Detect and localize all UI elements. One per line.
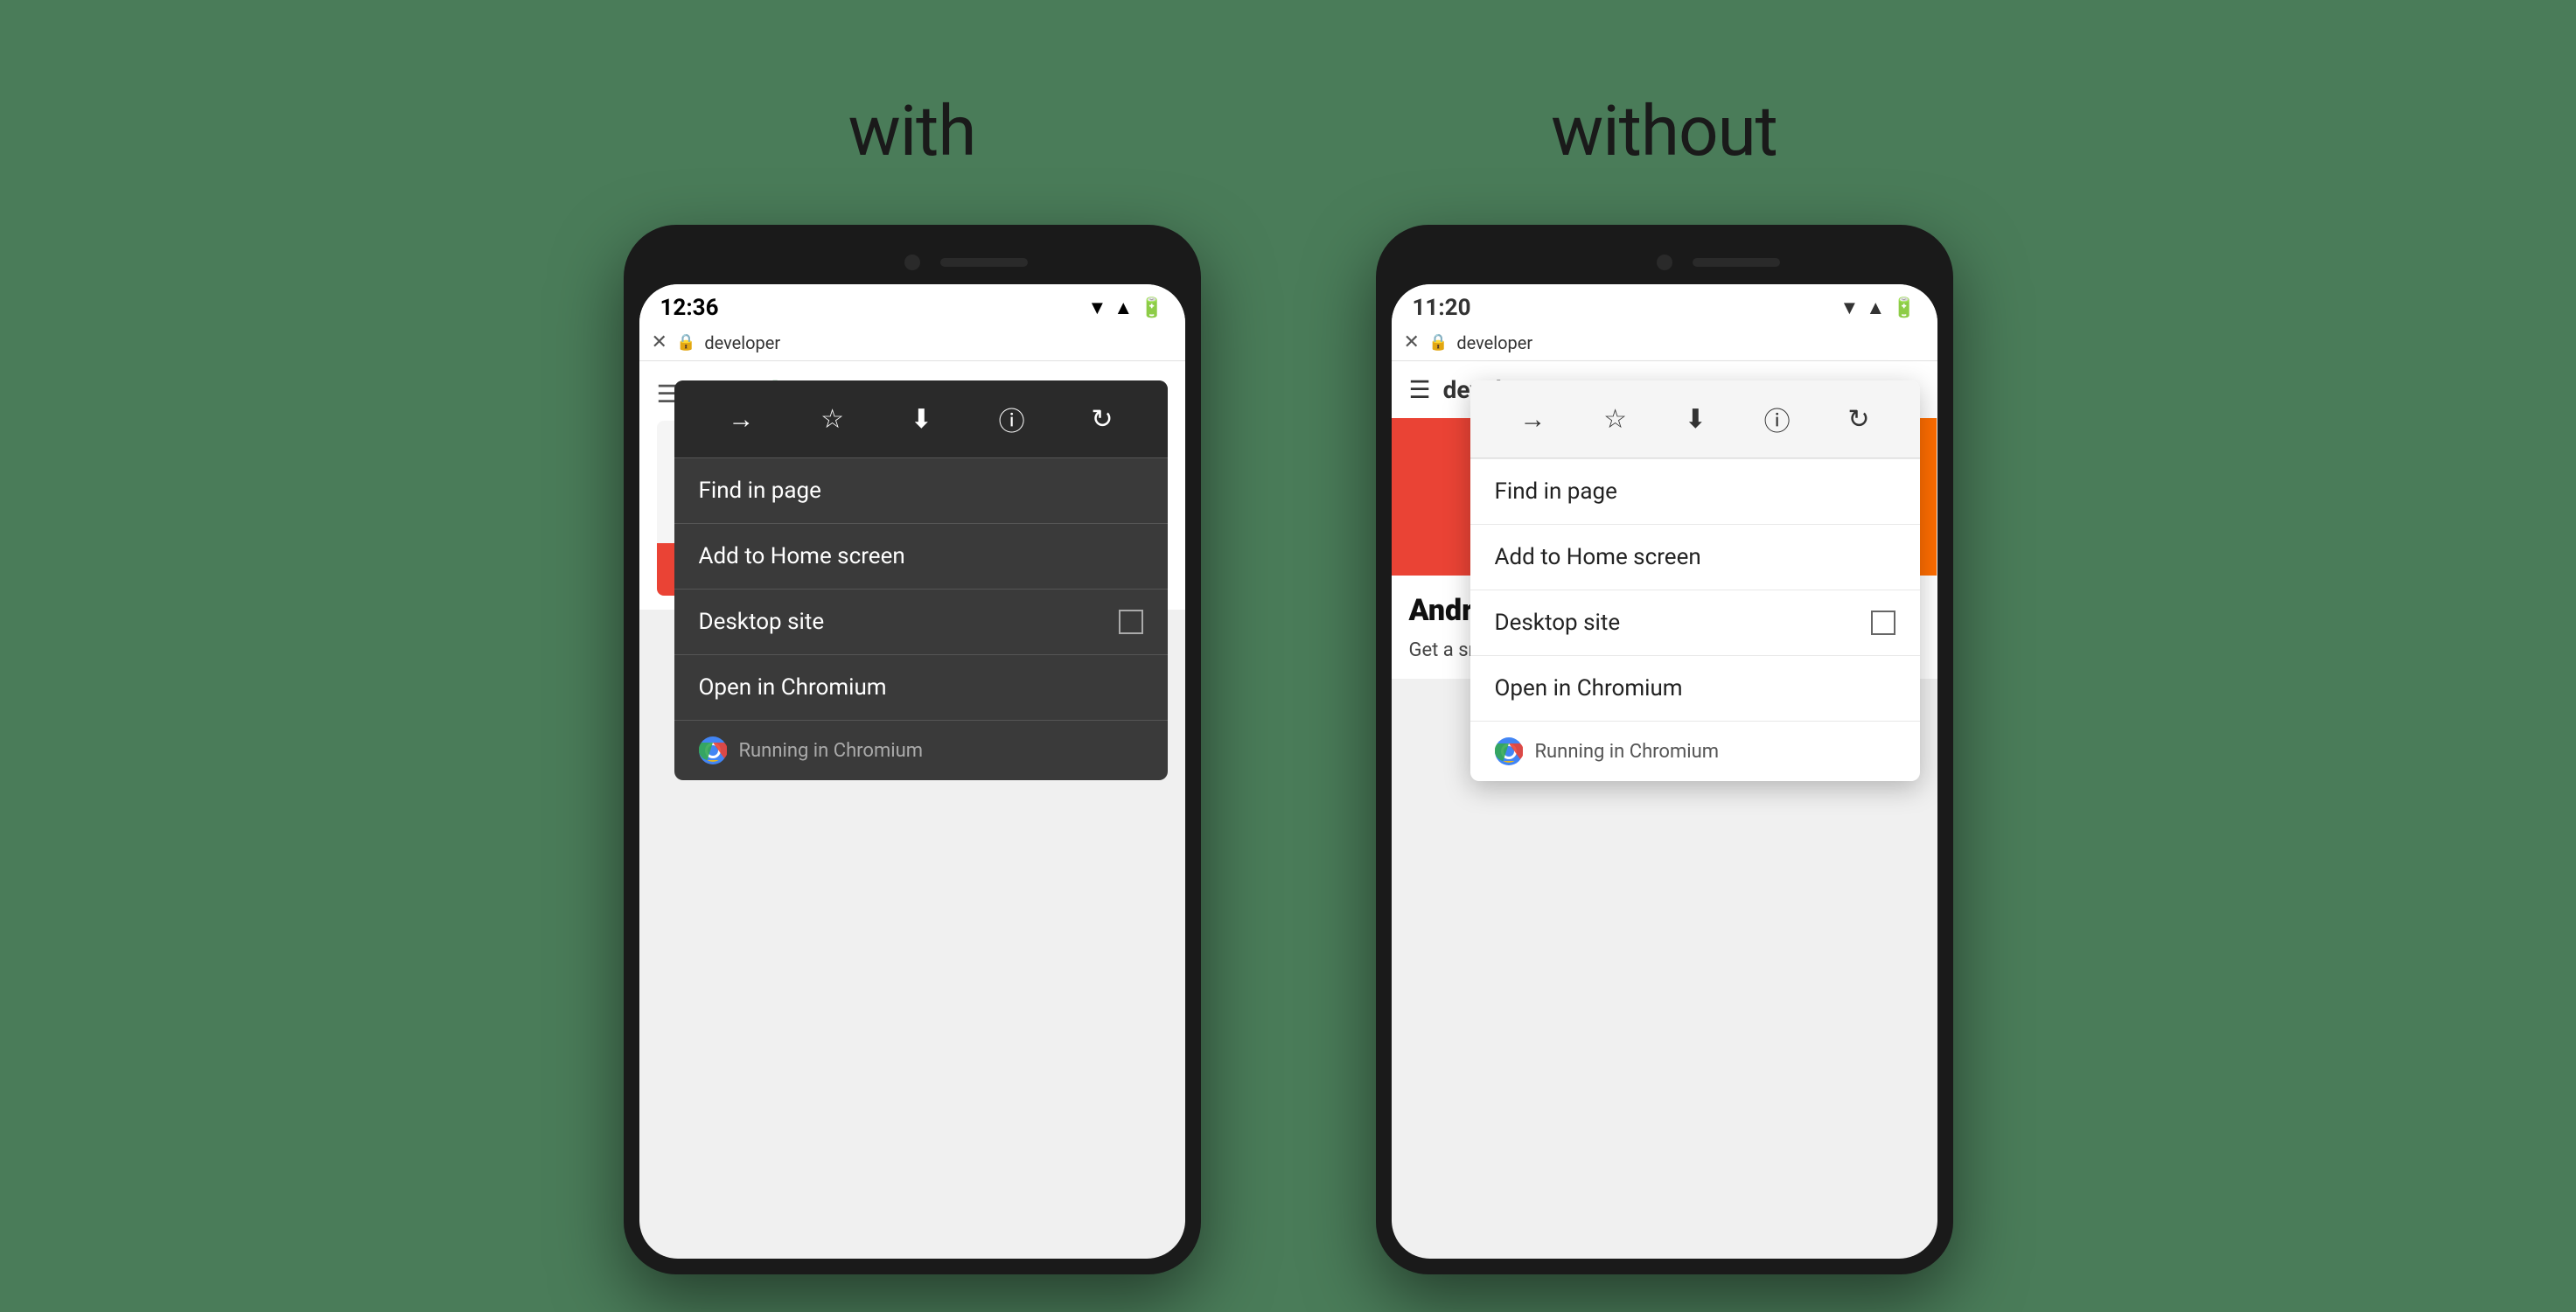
right-time: 11:20: [1413, 295, 1471, 321]
main-container: with 12:36 ▼ ▲ 🔋 ✕: [624, 38, 1953, 1274]
right-hamburger-icon[interactable]: ☰: [1409, 375, 1431, 404]
right-menu-star-icon[interactable]: ☆: [1603, 404, 1627, 435]
right-speaker: [1693, 258, 1780, 267]
left-section: with 12:36 ▼ ▲ 🔋 ✕: [624, 90, 1201, 1274]
left-menu-popup[interactable]: → ☆ ⬇ ⓘ ↻ Find in page Add to Home scree…: [674, 380, 1168, 780]
right-status-icons: ▼ ▲ 🔋: [1840, 297, 1916, 319]
left-menu-star-icon[interactable]: ☆: [820, 404, 844, 435]
right-menu-desktop-site[interactable]: Desktop site: [1470, 590, 1920, 655]
left-wifi-icon: ▼: [1088, 297, 1107, 319]
right-menu-popup[interactable]: → ☆ ⬇ ⓘ ↻ Find in page Add to Home scree…: [1470, 380, 1920, 781]
left-menu-chromium-label: Open in Chromium: [699, 674, 887, 701]
left-menu-desktop-label: Desktop site: [699, 609, 825, 635]
right-section: without 11:20 ▼ ▲ 🔋 ✕: [1376, 90, 1953, 1274]
left-running-in-chromium: Running in Chromium: [739, 740, 924, 762]
left-menu-desktop-checkbox[interactable]: [1119, 610, 1143, 634]
left-menu-icons-row: → ☆ ⬇ ⓘ ↻: [674, 380, 1168, 457]
left-menu-forward-icon[interactable]: →: [728, 404, 754, 435]
left-status-icons: ▼ ▲ 🔋: [1088, 297, 1164, 319]
left-menu-info-icon[interactable]: ⓘ: [999, 400, 1025, 438]
left-chromium-icon: [699, 736, 727, 764]
right-status-bar: 11:20 ▼ ▲ 🔋: [1392, 284, 1937, 325]
right-lock-icon: 🔒: [1428, 333, 1448, 352]
left-menu-footer: Running in Chromium: [674, 720, 1168, 780]
right-browser-bar: ✕ 🔒 developer: [1392, 325, 1937, 361]
right-signal-icon: ▲: [1866, 297, 1885, 319]
right-menu-desktop-label: Desktop site: [1495, 610, 1621, 636]
right-camera: [1657, 255, 1672, 270]
left-menu-find-in-page[interactable]: Find in page: [674, 457, 1168, 523]
right-phone: 11:20 ▼ ▲ 🔋 ✕ 🔒 developer ☰ develo: [1376, 225, 1953, 1274]
left-battery-icon: 🔋: [1140, 297, 1163, 319]
right-menu-refresh-icon[interactable]: ↻: [1847, 404, 1869, 435]
left-phone: 12:36 ▼ ▲ 🔋 ✕ 🔒 developer ☰: [624, 225, 1201, 1274]
left-label: with: [848, 90, 976, 172]
left-status-bar: 12:36 ▼ ▲ 🔋: [639, 284, 1185, 325]
left-time: 12:36: [660, 295, 719, 321]
left-lock-icon: 🔒: [676, 333, 695, 352]
left-signal-icon: ▲: [1113, 297, 1133, 319]
left-browser-bar: ✕ 🔒 developer: [639, 325, 1185, 361]
left-phone-top-bar: [639, 241, 1185, 284]
left-menu-desktop-site[interactable]: Desktop site: [674, 589, 1168, 654]
right-battery-icon: 🔋: [1892, 297, 1916, 319]
right-wifi-icon: ▼: [1840, 297, 1860, 319]
right-menu-info-icon[interactable]: ⓘ: [1764, 400, 1791, 438]
right-menu-add-to-home[interactable]: Add to Home screen: [1470, 524, 1920, 590]
right-phone-screen: 11:20 ▼ ▲ 🔋 ✕ 🔒 developer ☰ develo: [1392, 284, 1937, 1259]
right-menu-find-in-page[interactable]: Find in page: [1470, 458, 1920, 524]
left-menu-add-label: Add to Home screen: [699, 543, 905, 569]
right-menu-footer: Running in Chromium: [1470, 721, 1920, 781]
right-menu-open-chromium[interactable]: Open in Chromium: [1470, 655, 1920, 721]
left-menu-open-chromium[interactable]: Open in Chromium: [674, 654, 1168, 720]
left-menu-add-to-home[interactable]: Add to Home screen: [674, 523, 1168, 589]
left-speaker: [940, 258, 1028, 267]
right-chromium-icon: [1495, 737, 1523, 765]
right-menu-add-label: Add to Home screen: [1495, 544, 1701, 570]
left-phone-screen: 12:36 ▼ ▲ 🔋 ✕ 🔒 developer ☰: [639, 284, 1185, 1259]
left-close-icon[interactable]: ✕: [652, 331, 667, 353]
left-menu-refresh-icon[interactable]: ↻: [1091, 404, 1113, 435]
left-camera: [904, 255, 920, 270]
right-phone-top-bar: [1392, 241, 1937, 284]
right-menu-chromium-label: Open in Chromium: [1495, 675, 1683, 701]
right-menu-desktop-checkbox[interactable]: [1871, 611, 1895, 635]
right-menu-icons-row: → ☆ ⬇ ⓘ ↻: [1470, 380, 1920, 458]
right-close-icon[interactable]: ✕: [1404, 331, 1420, 353]
right-url: developer: [1456, 332, 1924, 353]
right-menu-download-icon[interactable]: ⬇: [1685, 404, 1707, 435]
right-label: without: [1551, 90, 1777, 172]
left-menu-find-label: Find in page: [699, 478, 821, 504]
left-menu-download-icon[interactable]: ⬇: [911, 404, 932, 435]
right-menu-forward-icon[interactable]: →: [1519, 404, 1546, 435]
right-running-in-chromium: Running in Chromium: [1535, 741, 1720, 763]
right-menu-find-label: Find in page: [1495, 478, 1617, 505]
left-url: developer: [704, 332, 1172, 353]
